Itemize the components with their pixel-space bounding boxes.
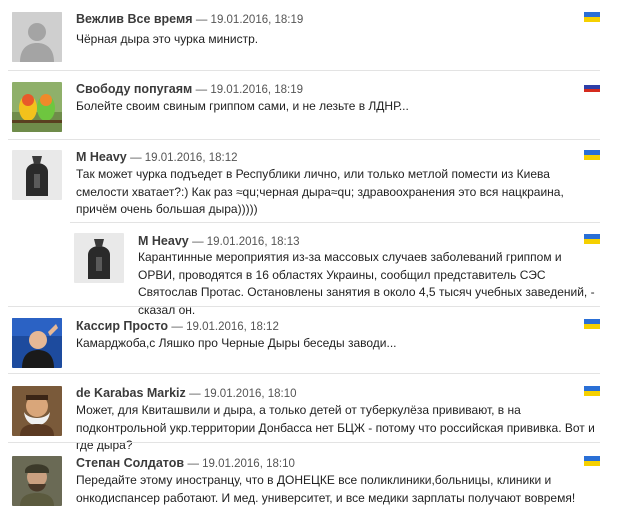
comment-author[interactable]: Кассир Просто bbox=[76, 319, 168, 333]
comment-author[interactable]: M Heavy bbox=[76, 150, 127, 164]
comment-divider bbox=[8, 139, 600, 140]
comment-date: — 19.01.2016, 18:12 bbox=[130, 152, 238, 164]
ua-flag-icon bbox=[584, 12, 600, 22]
comment-date: — 19.01.2016, 18:13 bbox=[192, 236, 300, 248]
comment-text: Болейте своим свиным гриппом сами, и не … bbox=[76, 99, 409, 113]
comment-author[interactable]: Степан Солдатов bbox=[76, 456, 184, 470]
comment-date: — 19.01.2016, 18:10 bbox=[189, 388, 297, 400]
parrots-avatar[interactable] bbox=[12, 82, 62, 132]
comment-date: — 19.01.2016, 18:10 bbox=[187, 458, 295, 470]
comment-divider bbox=[8, 442, 600, 443]
spartan-avatar[interactable] bbox=[74, 233, 124, 283]
ua-flag-icon bbox=[584, 319, 600, 329]
comment-date: — 19.01.2016, 18:12 bbox=[171, 321, 279, 333]
comment-divider bbox=[8, 70, 600, 71]
comment-author[interactable]: Свободу попугаям bbox=[76, 82, 192, 96]
comment-divider bbox=[8, 373, 600, 374]
comment-divider bbox=[8, 306, 600, 307]
ua-flag-icon bbox=[584, 386, 600, 396]
soldier-avatar[interactable] bbox=[12, 456, 62, 506]
comment-text: Может, для Квиташвили и дыра, а только д… bbox=[76, 403, 595, 452]
comment-divider bbox=[70, 222, 600, 223]
comment-text: Чёрная дыра это чурка министр. bbox=[76, 32, 259, 46]
ua-flag-icon bbox=[584, 150, 600, 160]
comment-date: — 19.01.2016, 18:19 bbox=[195, 84, 304, 96]
comment-text: Камарджоба,с Ляшко про Черные Дыры бесед… bbox=[76, 336, 397, 350]
comment-author[interactable]: M Heavy bbox=[138, 234, 189, 248]
man-avatar[interactable] bbox=[12, 318, 62, 368]
spartan-avatar[interactable] bbox=[12, 150, 62, 200]
comment-text: Карантинные мероприятия из-за массовых с… bbox=[138, 250, 595, 317]
comment-author[interactable]: Вежлив Все время bbox=[76, 12, 193, 26]
comment-author[interactable]: de Karabas Markiz bbox=[76, 386, 186, 400]
ru-flag-icon bbox=[584, 82, 600, 92]
comment-text: Так может чурка подъедет в Республики ли… bbox=[76, 167, 564, 216]
default-avatar[interactable] bbox=[12, 12, 62, 62]
ua-flag-icon bbox=[584, 234, 600, 244]
bearded-avatar[interactable] bbox=[12, 386, 62, 436]
comment-date: — 19.01.2016, 18:19 bbox=[195, 14, 304, 26]
ua-flag-icon bbox=[584, 456, 600, 466]
comment-text: Передайте этому иностранцу, что в ДОНЕЦК… bbox=[76, 473, 576, 505]
